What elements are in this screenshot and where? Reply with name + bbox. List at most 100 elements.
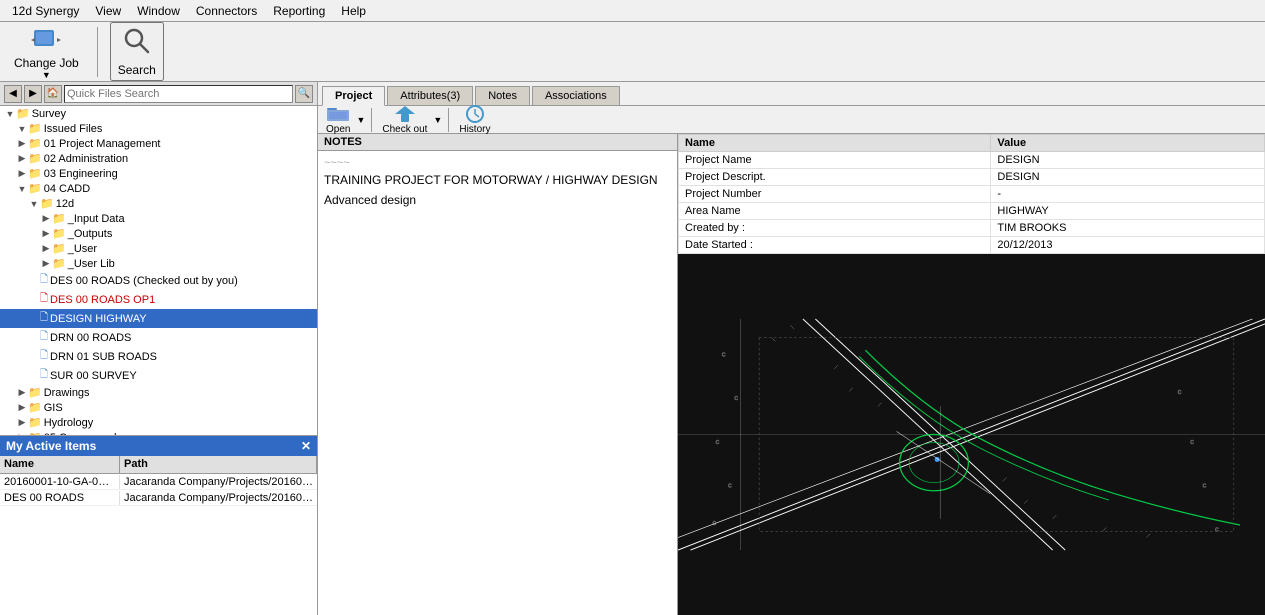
expander-gis[interactable]: ▶ xyxy=(16,402,28,413)
tree-item-03-engineering[interactable]: ▶ 📁 03 Engineering xyxy=(0,166,317,181)
notes-line2: Advanced design xyxy=(324,193,671,207)
nav-back-button[interactable]: ◀ xyxy=(4,85,22,103)
tree-item-des00-checked[interactable]: 🗋 DES 00 ROADS (Checked out by you) xyxy=(0,271,317,290)
expander-user-lib[interactable]: ▶ xyxy=(40,258,52,269)
props-value-3: HIGHWAY xyxy=(991,203,1265,220)
open-button[interactable]: Open xyxy=(322,102,354,137)
tree-label-02: 02 Administration xyxy=(44,153,128,165)
cad-svg: c c c c c c c c c xyxy=(678,254,1265,615)
active-items-close-button[interactable]: ✕ xyxy=(301,439,311,453)
tree-item-outputs[interactable]: ▶ 📁 _Outputs xyxy=(0,226,317,241)
folder-icon-input: 📁 xyxy=(52,212,66,225)
search-icon xyxy=(122,26,152,63)
properties-panel: Name Value Project Name DESIGN Project D… xyxy=(678,134,1265,615)
tab-associations[interactable]: Associations xyxy=(532,86,620,105)
tree-label-01: 01 Project Management xyxy=(44,138,161,150)
tree-item-hydrology[interactable]: ▶ 📁 Hydrology xyxy=(0,415,317,430)
tree-label-sur00: SUR 00 SURVEY xyxy=(50,370,137,382)
props-name-1: Project Descript. xyxy=(679,169,991,186)
folder-icon-01: 📁 xyxy=(28,137,42,150)
tree-item-sur00[interactable]: 🗋 SUR 00 SURVEY xyxy=(0,366,317,385)
tree-item-des00-op1[interactable]: 🗋 DES 00 ROADS OP1 xyxy=(0,290,317,309)
tree-item-drawings[interactable]: ▶ 📁 Drawings xyxy=(0,385,317,400)
expander-input[interactable]: ▶ xyxy=(40,213,52,224)
props-row-4: Created by : TIM BROOKS xyxy=(679,220,1265,237)
folder-icon-04: 📁 xyxy=(28,182,42,195)
svg-text:c: c xyxy=(715,437,719,446)
tree-item-issued-files[interactable]: ▼ 📁 Issued Files xyxy=(0,121,317,136)
props-value-2: - xyxy=(991,186,1265,203)
checkout-dropdown[interactable]: ▼ xyxy=(433,115,442,125)
expander-issued-files[interactable]: ▼ xyxy=(16,124,28,134)
expander-12d[interactable]: ▼ xyxy=(28,199,40,209)
folder-icon-user-lib: 📁 xyxy=(52,257,66,270)
tree-item-drn01[interactable]: 🗋 DRN 01 SUB ROADS xyxy=(0,347,317,366)
active-item-path-1: Jacaranda Company/Projects/20160001 - En xyxy=(120,491,317,505)
menu-item-synergy[interactable]: 12d Synergy xyxy=(4,2,87,20)
props-name-3: Area Name xyxy=(679,203,991,220)
expander-03[interactable]: ▶ xyxy=(16,168,28,179)
expander-01[interactable]: ▶ xyxy=(16,138,28,149)
props-value-0: DESIGN xyxy=(991,152,1265,169)
active-items-panel: My Active Items ✕ Name Path 20160001-10-… xyxy=(0,435,317,615)
expander-hydrology[interactable]: ▶ xyxy=(16,417,28,428)
props-row-0: Project Name DESIGN xyxy=(679,152,1265,169)
tree-item-user-lib[interactable]: ▶ 📁 _User Lib xyxy=(0,256,317,271)
tree-item-survey[interactable]: ▼ 📁 Survey xyxy=(0,106,317,121)
change-job-button[interactable]: Change Job ▼ xyxy=(8,22,85,82)
tree-item-input-data[interactable]: ▶ 📁 _Input Data xyxy=(0,211,317,226)
folder-icon-12d: 📁 xyxy=(40,197,54,210)
change-job-icon xyxy=(30,24,62,56)
tree-item-04-cadd[interactable]: ▼ 📁 04 CADD xyxy=(0,181,317,196)
active-item-path-0: Jacaranda Company/Projects/20160001 - En xyxy=(120,475,317,489)
tree-label-issued-files: Issued Files xyxy=(44,123,103,135)
change-job-label: Change Job xyxy=(14,56,79,70)
tree-label-drn00: DRN 00 ROADS xyxy=(50,332,131,344)
tree-item-drn00[interactable]: 🗋 DRN 00 ROADS xyxy=(0,328,317,347)
change-job-dropdown[interactable]: ▼ xyxy=(42,70,51,80)
file-icon-sur00: 🗋 xyxy=(40,367,48,384)
svg-text:c: c xyxy=(1190,437,1194,446)
nav-up-button[interactable]: 🏠 xyxy=(44,85,62,103)
right-toolbar: Open ▼ Check out ▼ Histor xyxy=(318,106,1265,134)
expander-outputs[interactable]: ▶ xyxy=(40,228,52,239)
expander-drawings[interactable]: ▶ xyxy=(16,387,28,398)
quick-search-go-button[interactable]: 🔍 xyxy=(295,85,313,103)
menu-item-help[interactable]: Help xyxy=(333,2,374,20)
tree-label-design-highway: DESIGN HIGHWAY xyxy=(50,313,147,325)
nav-forward-button[interactable]: ▶ xyxy=(24,85,42,103)
tree-item-12d[interactable]: ▼ 📁 12d xyxy=(0,196,317,211)
toolbar-sep-2 xyxy=(371,108,372,132)
history-button[interactable]: History xyxy=(455,102,494,137)
tree-item-design-highway[interactable]: 🗋 DESIGN HIGHWAY xyxy=(0,309,317,328)
tree-item-user[interactable]: ▶ 📁 _User xyxy=(0,241,317,256)
expander-survey[interactable]: ▼ xyxy=(4,109,16,119)
search-button[interactable]: Search xyxy=(110,22,164,81)
menu-item-view[interactable]: View xyxy=(87,2,129,20)
expander-user[interactable]: ▶ xyxy=(40,243,52,254)
tree-label-04: 04 CADD xyxy=(44,183,90,195)
svg-text:c: c xyxy=(1215,524,1219,533)
menu-item-connectors[interactable]: Connectors xyxy=(188,2,265,20)
main-layout: ◀ ▶ 🏠 🔍 ▼ 📁 Survey ▼ 📁 Issued Files xyxy=(0,82,1265,615)
tree-item-01-project-mgmt[interactable]: ▶ 📁 01 Project Management xyxy=(0,136,317,151)
tree-item-02-admin[interactable]: ▶ 📁 02 Administration xyxy=(0,151,317,166)
props-value-1: DESIGN xyxy=(991,169,1265,186)
file-tree: ▼ 📁 Survey ▼ 📁 Issued Files ▶ 📁 01 Proje… xyxy=(0,106,317,435)
active-items-row-1[interactable]: DES 00 ROADS Jacaranda Company/Projects/… xyxy=(0,490,317,506)
expander-02[interactable]: ▶ xyxy=(16,153,28,164)
quick-files-search-input[interactable] xyxy=(64,85,293,103)
left-panel: ◀ ▶ 🏠 🔍 ▼ 📁 Survey ▼ 📁 Issued Files xyxy=(0,82,318,615)
menu-item-reporting[interactable]: Reporting xyxy=(265,2,333,20)
expander-04[interactable]: ▼ xyxy=(16,184,28,194)
props-row-5: Date Started : 20/12/2013 xyxy=(679,237,1265,254)
open-icon xyxy=(326,104,350,124)
checkout-button[interactable]: Check out xyxy=(378,102,431,137)
menu-item-window[interactable]: Window xyxy=(129,2,188,20)
open-dropdown[interactable]: ▼ xyxy=(356,115,365,125)
tree-label-des00-checked: DES 00 ROADS (Checked out by you) xyxy=(50,275,238,287)
tree-label-03: 03 Engineering xyxy=(44,168,118,180)
props-name-4: Created by : xyxy=(679,220,991,237)
tree-item-gis[interactable]: ▶ 📁 GIS xyxy=(0,400,317,415)
active-items-row-0[interactable]: 20160001-10-GA-001.... Jacaranda Company… xyxy=(0,474,317,490)
